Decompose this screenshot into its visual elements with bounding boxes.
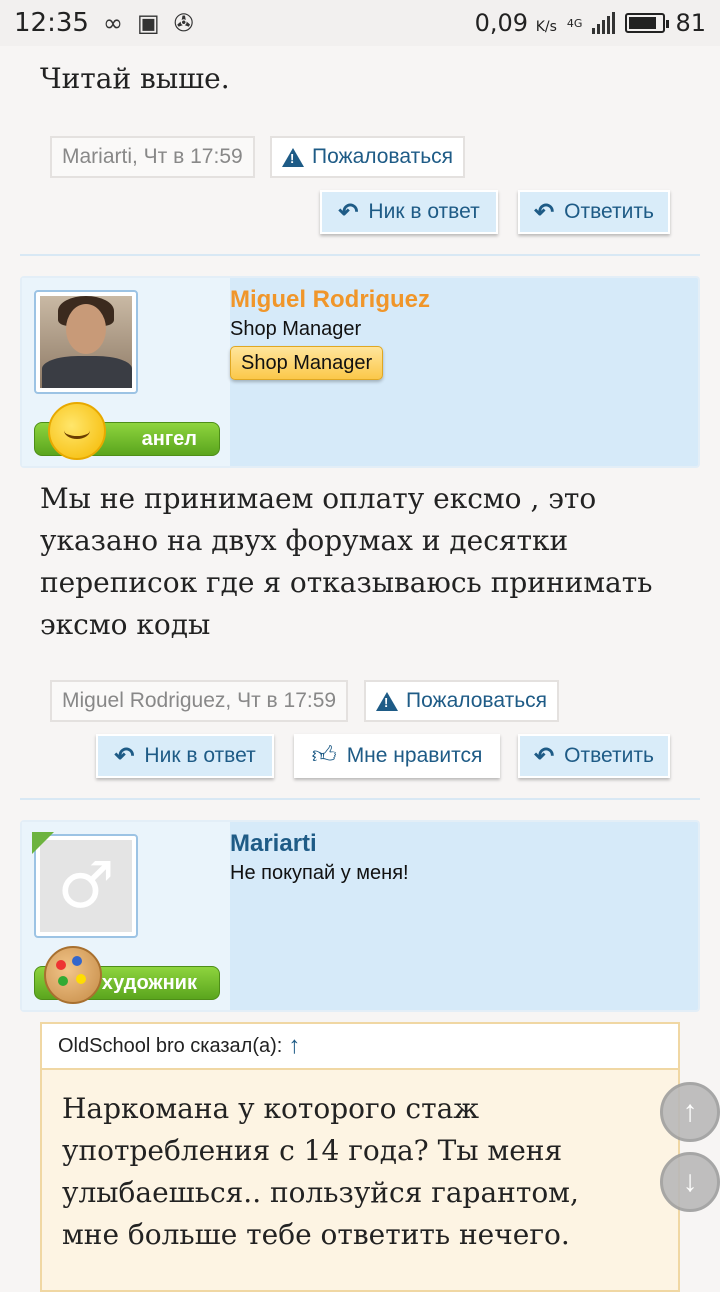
post-divider (20, 798, 700, 800)
report-label: Пожаловаться (312, 145, 454, 168)
post-text-line: переписок где я отказываюсь принимать (40, 566, 653, 599)
status-bar: 12:35 ∞ ▣ ✇ 0,09 K/s 4G 81 (0, 0, 720, 46)
quote-text-line: Наркомана у которого стаж (62, 1092, 480, 1125)
avatar-column: ♂ художник (22, 822, 230, 1010)
author-title: Shop Manager (230, 318, 362, 340)
reply-label: Ответить (564, 744, 654, 767)
online-indicator (32, 832, 54, 854)
like-button[interactable]: 👍︎ Мне нравится (294, 734, 500, 778)
post-text-line: указано на двух форумах и десятки (40, 524, 569, 557)
reply-button[interactable]: ↶ Ответить (518, 734, 670, 778)
battery-level: 81 (675, 9, 706, 37)
scroll-up-button[interactable]: ↑ (660, 1082, 720, 1142)
author-name[interactable]: Mariarti (230, 830, 317, 858)
network-type: 4G (566, 16, 583, 30)
post-text-line: эксмо коды (40, 608, 211, 641)
palette-emblem-icon (44, 946, 102, 1004)
reply-arrow-icon: ↶ (534, 198, 555, 226)
network-speed: 0,09 K/s (474, 9, 557, 37)
post-text-line: Мы не принимаем оплату ексмо , это (40, 482, 597, 515)
nick-reply-button[interactable]: ↶ Ник в ответ (320, 190, 498, 234)
post-author-link[interactable]: Mariarti (62, 145, 132, 169)
quote-jump-arrow-icon[interactable]: ↑ (288, 1032, 300, 1060)
quote-text-line: мне больше тебе ответить нечего. (62, 1218, 570, 1251)
quote-text: Наркомана у которого стаж употребления с… (62, 1088, 579, 1256)
arrow-down-icon: ↓ (682, 1165, 698, 1198)
nick-reply-label: Ник в ответ (368, 200, 480, 223)
post-meta: Mariarti, Чт в 17:59 (50, 136, 255, 178)
angel-emblem-icon (30, 402, 120, 460)
avatar-photo (40, 296, 132, 388)
post-divider (20, 254, 700, 256)
post-time[interactable]: , Чт в 17:59 (132, 145, 243, 169)
scroll-down-button[interactable]: ↓ (660, 1152, 720, 1212)
rank-label: художник (101, 971, 197, 994)
battery-icon (625, 13, 670, 33)
report-button[interactable]: Пожаловаться (364, 680, 560, 722)
reply-arrow-icon: ↶ (114, 742, 135, 770)
post-text: Мы не принимаем оплату ексмо , это указа… (40, 478, 652, 646)
author-block: ангел Miguel Rodriguez Shop Manager Shop… (20, 276, 700, 468)
quote-block: OldSchool bro сказал(а): ↑ Наркомана у к… (40, 1022, 680, 1292)
quote-header: OldSchool bro сказал(а): ↑ (42, 1024, 678, 1070)
link-icon: ✇ (173, 9, 194, 37)
reply-arrow-icon: ↶ (534, 742, 555, 770)
reply-button[interactable]: ↶ Ответить (518, 190, 670, 234)
reply-arrow-icon: ↶ (338, 198, 359, 226)
quote-text-line: улыбаешься.. пользуйся гарантом, (62, 1176, 579, 1209)
infinity-icon: ∞ (102, 9, 123, 37)
network-speed-unit: K/s (535, 19, 557, 35)
quote-author: OldSchool bro сказал(а): (58, 1034, 283, 1057)
avatar-column: ангел (22, 278, 230, 466)
author-block: ♂ художник Mariarti Не покупай у меня! (20, 820, 700, 1012)
nick-reply-button[interactable]: ↶ Ник в ответ (96, 734, 274, 778)
arrow-up-icon: ↑ (682, 1095, 698, 1128)
author-name[interactable]: Miguel Rodriguez (230, 286, 430, 314)
avatar[interactable] (34, 290, 138, 394)
report-label: Пожаловаться (406, 689, 548, 712)
role-badge: Shop Manager (230, 346, 384, 380)
warning-icon (282, 147, 304, 167)
signal-icon (592, 12, 616, 34)
thumbs-up-icon: 👍︎ (311, 742, 337, 769)
post-text: Читай выше. (40, 62, 230, 95)
like-label: Мне нравится (346, 744, 483, 767)
post-author-link[interactable]: Miguel Rodriguez (62, 689, 225, 713)
author-title: Не покупай у меня! (230, 862, 409, 884)
post-time[interactable]: , Чт в 17:59 (225, 689, 336, 713)
post-meta: Miguel Rodriguez, Чт в 17:59 (50, 680, 349, 722)
status-time: 12:35 (14, 8, 89, 38)
rank-label: ангел (141, 427, 197, 450)
warning-icon (376, 691, 398, 711)
nick-reply-label: Ник в ответ (144, 744, 256, 767)
reply-label: Ответить (564, 200, 654, 223)
report-button[interactable]: Пожаловаться (270, 136, 466, 178)
quote-text-line: употребления с 14 года? Ты меня (62, 1134, 563, 1167)
image-icon: ▣ (136, 9, 160, 37)
